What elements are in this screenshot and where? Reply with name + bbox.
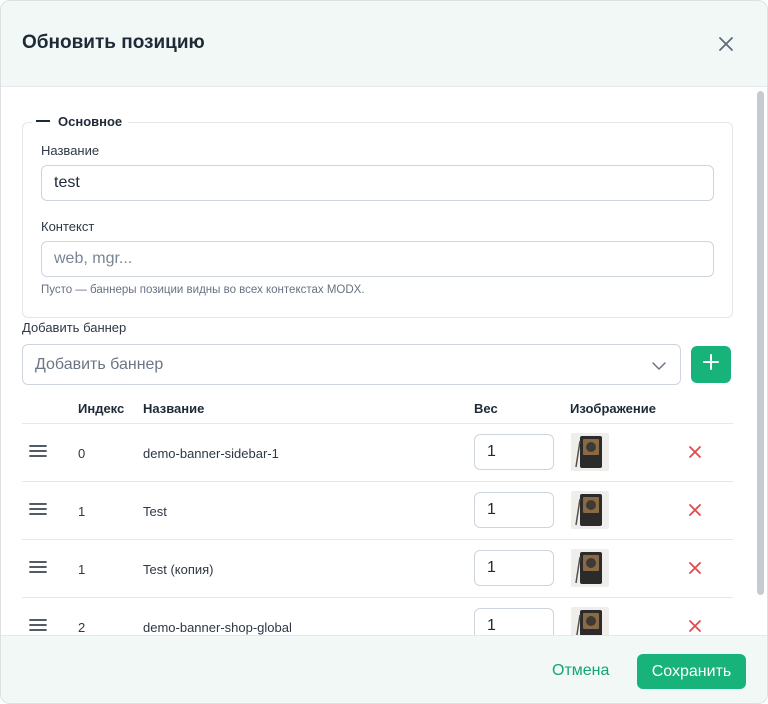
col-header-index: Индекс bbox=[78, 401, 125, 416]
add-banner-label: Добавить баннер bbox=[22, 320, 127, 335]
table-row: 0 demo-banner-sidebar-1 1 bbox=[22, 423, 733, 481]
add-banner-select[interactable]: Добавить баннер bbox=[22, 344, 681, 385]
update-position-dialog: Обновить позицию Основное Название test … bbox=[0, 0, 768, 704]
row-index: 2 bbox=[78, 620, 86, 635]
add-banner-button[interactable] bbox=[691, 346, 731, 383]
row-index: 1 bbox=[78, 562, 86, 577]
cancel-button[interactable]: Отмена bbox=[552, 662, 609, 680]
dialog-footer: Отмена Сохранить bbox=[1, 635, 767, 703]
row-name: demo-banner-sidebar-1 bbox=[143, 446, 279, 461]
dialog-title: Обновить позицию bbox=[22, 32, 205, 53]
col-header-weight: Вес bbox=[474, 401, 498, 416]
banner-thumbnail bbox=[571, 549, 609, 587]
col-header-image: Изображение bbox=[570, 401, 656, 416]
collapse-dash-icon[interactable] bbox=[36, 120, 50, 122]
delete-icon[interactable] bbox=[688, 503, 702, 517]
delete-icon[interactable] bbox=[688, 561, 702, 575]
row-index: 0 bbox=[78, 446, 86, 461]
context-field[interactable]: web, mgr... bbox=[41, 241, 714, 277]
save-button[interactable]: Сохранить bbox=[637, 654, 746, 689]
plus-icon bbox=[701, 352, 721, 377]
drag-handle-icon[interactable] bbox=[29, 444, 47, 458]
group-legend-label: Основное bbox=[58, 113, 123, 129]
weight-input[interactable]: 1 bbox=[474, 550, 554, 586]
row-name: Test bbox=[143, 504, 167, 519]
name-field[interactable]: test bbox=[41, 165, 714, 201]
scrollbar-thumb[interactable] bbox=[757, 91, 764, 595]
close-icon[interactable] bbox=[714, 32, 738, 56]
weight-input[interactable]: 1 bbox=[474, 434, 554, 470]
chevron-down-icon bbox=[650, 357, 668, 375]
dialog-header: Обновить позицию bbox=[1, 1, 767, 87]
name-label: Название bbox=[41, 143, 100, 158]
drag-handle-icon[interactable] bbox=[29, 560, 47, 574]
row-name: Test (копия) bbox=[143, 562, 214, 577]
banner-thumbnail bbox=[571, 491, 609, 529]
context-hint: Пусто — баннеры позиции видны во всех ко… bbox=[41, 284, 365, 296]
weight-input[interactable]: 1 bbox=[474, 608, 554, 635]
delete-icon[interactable] bbox=[688, 619, 702, 633]
weight-input[interactable]: 1 bbox=[474, 492, 554, 528]
row-name: demo-banner-shop-global bbox=[143, 620, 292, 635]
add-banner-placeholder: Добавить баннер bbox=[35, 355, 164, 373]
banner-thumbnail bbox=[571, 433, 609, 471]
table-row: 2 demo-banner-shop-global 1 bbox=[22, 597, 733, 635]
group-legend: Основное bbox=[32, 113, 129, 129]
context-label: Контекст bbox=[41, 219, 95, 234]
col-header-name: Название bbox=[143, 401, 205, 416]
dialog-body: Основное Название test Контекст web, mgr… bbox=[1, 88, 767, 635]
row-index: 1 bbox=[78, 504, 86, 519]
table-row: 1 Test (копия) 1 bbox=[22, 539, 733, 597]
delete-icon[interactable] bbox=[688, 445, 702, 459]
drag-handle-icon[interactable] bbox=[29, 618, 47, 632]
drag-handle-icon[interactable] bbox=[29, 502, 47, 516]
table-row: 1 Test 1 bbox=[22, 481, 733, 539]
banner-thumbnail bbox=[571, 607, 609, 635]
